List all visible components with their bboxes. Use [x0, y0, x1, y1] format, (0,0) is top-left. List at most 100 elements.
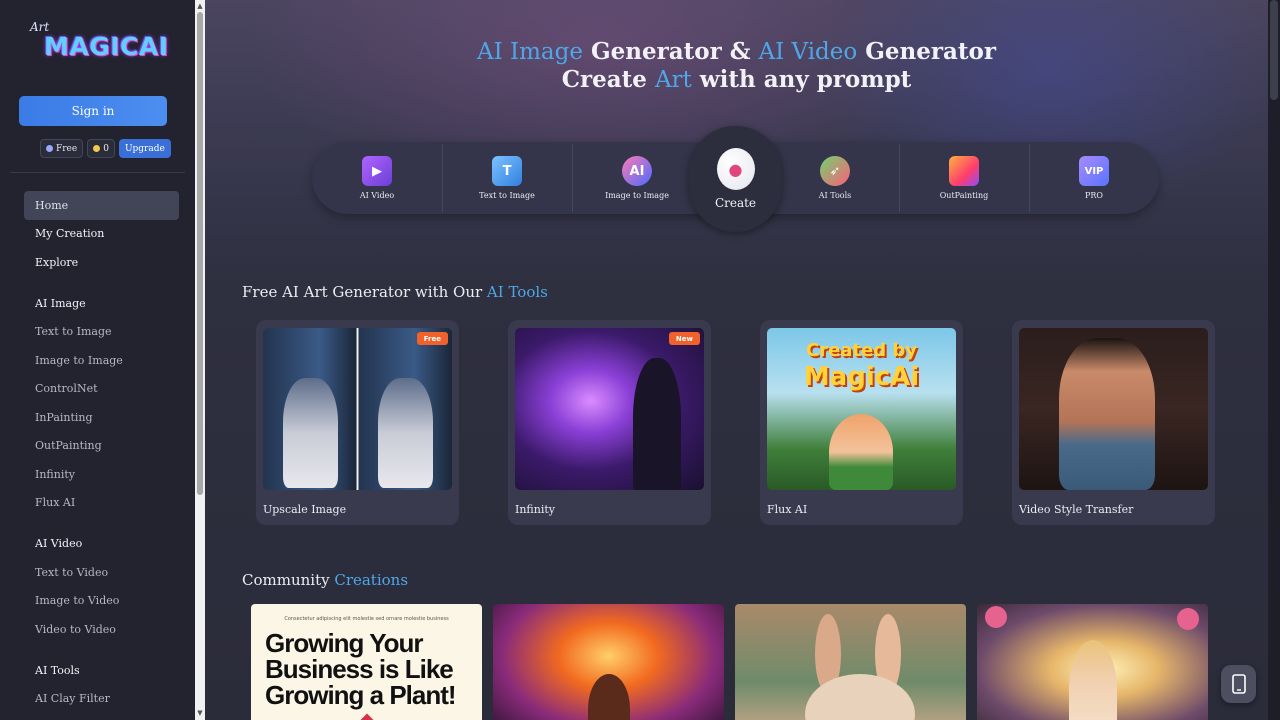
hero-highlight: AI Video	[758, 39, 858, 65]
tool-ai-tools[interactable]: ➶ AI Tools	[770, 142, 900, 214]
hero-text: Create	[561, 66, 655, 93]
poster-plant-graphic	[358, 713, 376, 720]
hero-highlight: AI Image	[477, 39, 583, 65]
hero-text: Generator	[857, 38, 996, 65]
text-to-image-icon: T	[492, 156, 522, 186]
sidebar-item-text-to-image[interactable]: Text to Image	[24, 318, 179, 347]
sidebar-item-flux-ai[interactable]: Flux AI	[24, 489, 179, 518]
tool-card-video-style-transfer[interactable]: Video Style Transfer	[1012, 320, 1215, 525]
tool-card-flux-ai[interactable]: Created by MagicAi Flux AI	[760, 320, 963, 525]
rose-graphic	[1177, 608, 1199, 630]
sidebar-item-image-to-image[interactable]: Image to Image	[24, 346, 179, 375]
sidebar-item-text-to-video[interactable]: Text to Video	[24, 558, 179, 587]
page-scrollbar[interactable]	[1268, 0, 1280, 720]
wizard-figure	[283, 378, 338, 488]
video-style-transfer-thumbnail	[1019, 328, 1208, 490]
account-badges: Free 0 Upgrade	[40, 139, 171, 158]
magicai-logo[interactable]: Art MAGICAI	[30, 18, 168, 76]
flux-art-text-2: MagicAi	[803, 362, 920, 392]
tool-card-upscale-image[interactable]: Free Upscale Image	[256, 320, 459, 525]
poster-small-text: Consectetur adipiscing elit molestie sed…	[284, 616, 449, 622]
rose-graphic	[985, 606, 1007, 628]
tool-outpainting[interactable]: OutPainting	[899, 142, 1029, 214]
silhouette-figure	[633, 358, 681, 490]
flux-ai-thumbnail: Created by MagicAi	[767, 328, 956, 490]
coin-balance-badge: 0	[87, 139, 115, 158]
sidebar-item-my-creation[interactable]: My Creation	[24, 220, 179, 249]
woman-figure	[1069, 640, 1117, 720]
community-card[interactable]	[735, 604, 966, 720]
video-icon: ▶	[362, 156, 392, 186]
sidebar-heading-ai-image: AI Image	[35, 296, 86, 310]
tool-label: Image to Image	[605, 191, 669, 200]
community-card[interactable]	[493, 604, 724, 720]
flux-art-text-1: Created by	[805, 340, 918, 361]
coin-count: 0	[103, 143, 109, 154]
hero-text: with any prompt	[691, 66, 912, 93]
sidebar-divider	[10, 172, 185, 173]
logo-text: MAGICAI	[44, 32, 169, 61]
card-caption: Video Style Transfer	[1019, 503, 1134, 516]
create-button[interactable]: ● Create	[689, 126, 782, 232]
fire-figure	[588, 674, 630, 720]
poster-headline: Growing Your Business is Like Growing a …	[265, 628, 457, 710]
card-caption: Upscale Image	[263, 503, 347, 516]
sidebar-item-outpainting[interactable]: OutPainting	[24, 432, 179, 461]
scroll-down-arrow-icon[interactable]: ▼	[197, 709, 203, 717]
tool-text-to-image[interactable]: T Text to Image	[442, 142, 572, 214]
sidebar-item-infinity[interactable]: Infinity	[24, 460, 179, 489]
page-scrollbar-thumb[interactable]	[1270, 0, 1278, 100]
sidebar-item-explore[interactable]: Explore	[24, 248, 179, 277]
rocket-icon: ➶	[820, 156, 850, 186]
section-title-highlight: AI Tools	[486, 283, 548, 301]
community-card[interactable]	[977, 604, 1208, 720]
scroll-up-arrow-icon[interactable]: ▲	[197, 2, 203, 10]
sidebar-item-video-to-video[interactable]: Video to Video	[24, 615, 179, 644]
sign-in-button[interactable]: Sign in	[19, 96, 167, 126]
create-label: Create	[714, 196, 757, 210]
hero-title: AI Image Generator & AI Video Generator …	[205, 38, 1268, 94]
hero-text: Generator &	[582, 38, 759, 65]
vip-icon: VIP	[1079, 156, 1109, 186]
mobile-app-button[interactable]	[1221, 665, 1256, 703]
sidebar-item-home[interactable]: Home	[24, 191, 179, 220]
tool-pro[interactable]: VIP PRO	[1029, 142, 1159, 214]
sidebar-heading-ai-video: AI Video	[35, 537, 83, 550]
tool-label: Text to Image	[479, 191, 535, 200]
tool-label: PRO	[1085, 191, 1103, 200]
man-figure	[1059, 338, 1155, 490]
sidebar-item-ai-clay-filter[interactable]: AI Clay Filter	[24, 685, 179, 714]
sidebar-item-image-to-video[interactable]: Image to Video	[24, 587, 179, 616]
section-title-highlight: Creations	[334, 571, 409, 589]
tool-label: OutPainting	[939, 191, 989, 200]
hero-highlight: Art	[654, 67, 692, 93]
boy-figure	[829, 414, 893, 490]
free-label: Free	[56, 143, 78, 154]
palette-icon: ●	[716, 148, 755, 190]
community-card[interactable]: Consectetur adipiscing elit molestie sed…	[251, 604, 482, 720]
image-to-image-icon: AI	[622, 156, 652, 186]
tool-card-infinity[interactable]: New Infinity	[508, 320, 711, 525]
sidebar-scrollbar-thumb[interactable]	[197, 12, 203, 495]
wizard-figure	[378, 378, 433, 488]
new-tag: New	[668, 332, 700, 345]
section-title-text: Community	[242, 571, 335, 589]
card-caption: Flux AI	[767, 503, 808, 516]
tool-ai-video[interactable]: ▶ AI Video	[312, 142, 442, 214]
sidebar: Art MAGICAI Sign in Free 0 Upgrade Home …	[0, 0, 195, 720]
sidebar-item-controlnet[interactable]: ControlNet	[24, 375, 179, 404]
hero-line-2: Create Art with any prompt	[205, 66, 1268, 94]
tool-label: AI Video	[359, 191, 395, 200]
section-title-text: Free AI Art Generator with Our	[242, 283, 487, 301]
free-plan-badge: Free	[40, 139, 84, 158]
upscale-image-thumbnail: Free	[263, 328, 452, 490]
sidebar-item-inpainting[interactable]: InPainting	[24, 403, 179, 432]
free-icon	[46, 145, 53, 152]
free-tag: Free	[416, 332, 448, 345]
hero-line-1: AI Image Generator & AI Video Generator	[205, 38, 1268, 66]
outpainting-icon	[949, 156, 979, 186]
card-caption: Infinity	[515, 503, 556, 516]
coin-icon	[93, 145, 101, 152]
tool-image-to-image[interactable]: AI Image to Image	[572, 142, 702, 214]
upgrade-button[interactable]: Upgrade	[118, 139, 171, 158]
